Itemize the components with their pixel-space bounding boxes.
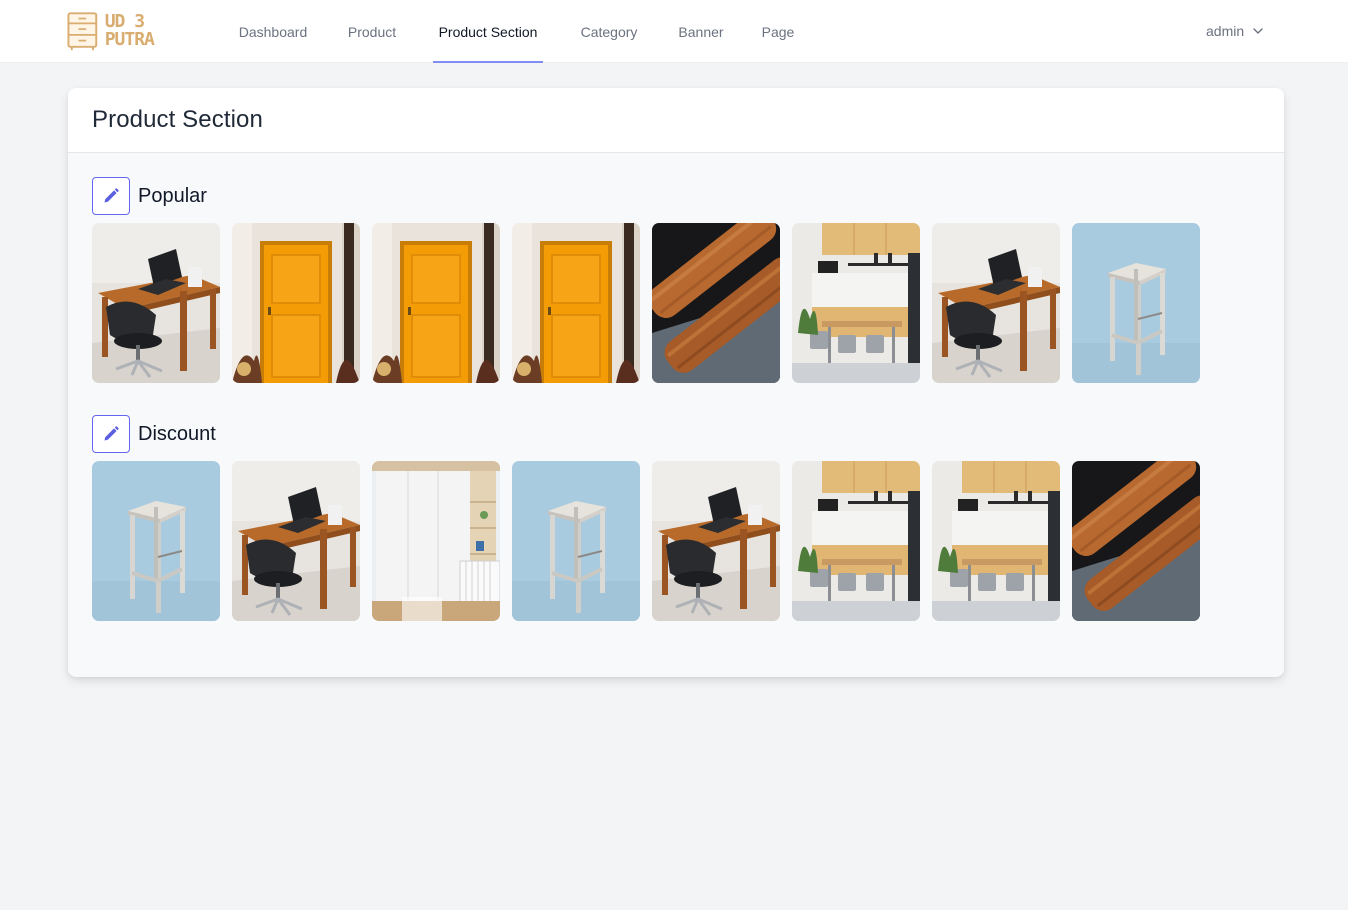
product-thumbnail[interactable]	[932, 461, 1060, 621]
product-thumbnails	[92, 461, 1212, 621]
product-thumbnail[interactable]	[652, 461, 780, 621]
page-title: Product Section	[92, 106, 263, 133]
kitchen-dining-image	[792, 223, 920, 383]
nav-dashboard[interactable]: Dashboard	[235, 0, 311, 63]
wood-plank-image	[652, 223, 780, 383]
product-thumbnail[interactable]	[372, 223, 500, 383]
desk-chair-image	[652, 461, 780, 621]
product-thumbnail[interactable]	[92, 461, 220, 621]
product-thumbnail[interactable]	[92, 223, 220, 383]
section-popular: Popular	[92, 177, 1212, 383]
section-header: Discount	[92, 415, 1212, 453]
nav-category[interactable]: Category	[575, 0, 643, 63]
desk-chair-image	[92, 223, 220, 383]
card-header: Product Section	[68, 88, 1284, 153]
user-menu-button[interactable]: admin	[1206, 19, 1264, 43]
section-header: Popular	[92, 177, 1212, 215]
nav-banner[interactable]: Banner	[674, 0, 728, 63]
product-thumbnail[interactable]	[1072, 461, 1200, 621]
bar-stool-image	[1072, 223, 1200, 383]
user-name: admin	[1206, 23, 1245, 39]
product-thumbnail[interactable]	[932, 223, 1060, 383]
edit-popular-button[interactable]	[92, 177, 130, 215]
product-thumbnail[interactable]	[792, 223, 920, 383]
section-discount: Discount	[92, 415, 1212, 621]
product-thumbnail[interactable]	[372, 461, 500, 621]
orange-door-image	[512, 223, 640, 383]
product-thumbnails	[92, 223, 1212, 383]
pencil-icon	[104, 188, 119, 203]
product-thumbnail[interactable]	[512, 461, 640, 621]
nav-product[interactable]: Product	[343, 0, 401, 63]
product-thumbnail[interactable]	[232, 223, 360, 383]
product-thumbnail[interactable]	[1072, 223, 1200, 383]
section-title: Discount	[138, 422, 216, 445]
product-thumbnail[interactable]	[232, 461, 360, 621]
edit-discount-button[interactable]	[92, 415, 130, 453]
desk-chair-image	[932, 223, 1060, 383]
nav-product-section[interactable]: Product Section	[433, 0, 543, 63]
drawer-cabinet-icon	[67, 11, 98, 50]
desk-chair-image	[232, 461, 360, 621]
product-thumbnail[interactable]	[652, 223, 780, 383]
nav-page[interactable]: Page	[758, 0, 798, 63]
product-thumbnail[interactable]	[512, 223, 640, 383]
orange-door-image	[372, 223, 500, 383]
brand-logo[interactable]: UD 3 PUTRA	[67, 10, 199, 52]
chevron-down-icon	[1253, 28, 1263, 34]
orange-door-image	[232, 223, 360, 383]
top-navbar: UD 3 PUTRA Dashboard Product Product Sec…	[0, 0, 1348, 63]
kitchen-dining-image	[932, 461, 1060, 621]
brand-name: UD 3 PUTRA	[104, 11, 155, 50]
product-thumbnail[interactable]	[792, 461, 920, 621]
bar-stool-image	[92, 461, 220, 621]
bar-stool-image	[512, 461, 640, 621]
pencil-icon	[104, 426, 119, 441]
kitchen-dining-image	[792, 461, 920, 621]
wardrobe-image	[372, 461, 500, 621]
section-title: Popular	[138, 184, 207, 207]
product-section-card: Product Section Popular Discount	[68, 88, 1284, 677]
wood-plank-image	[1072, 461, 1200, 621]
